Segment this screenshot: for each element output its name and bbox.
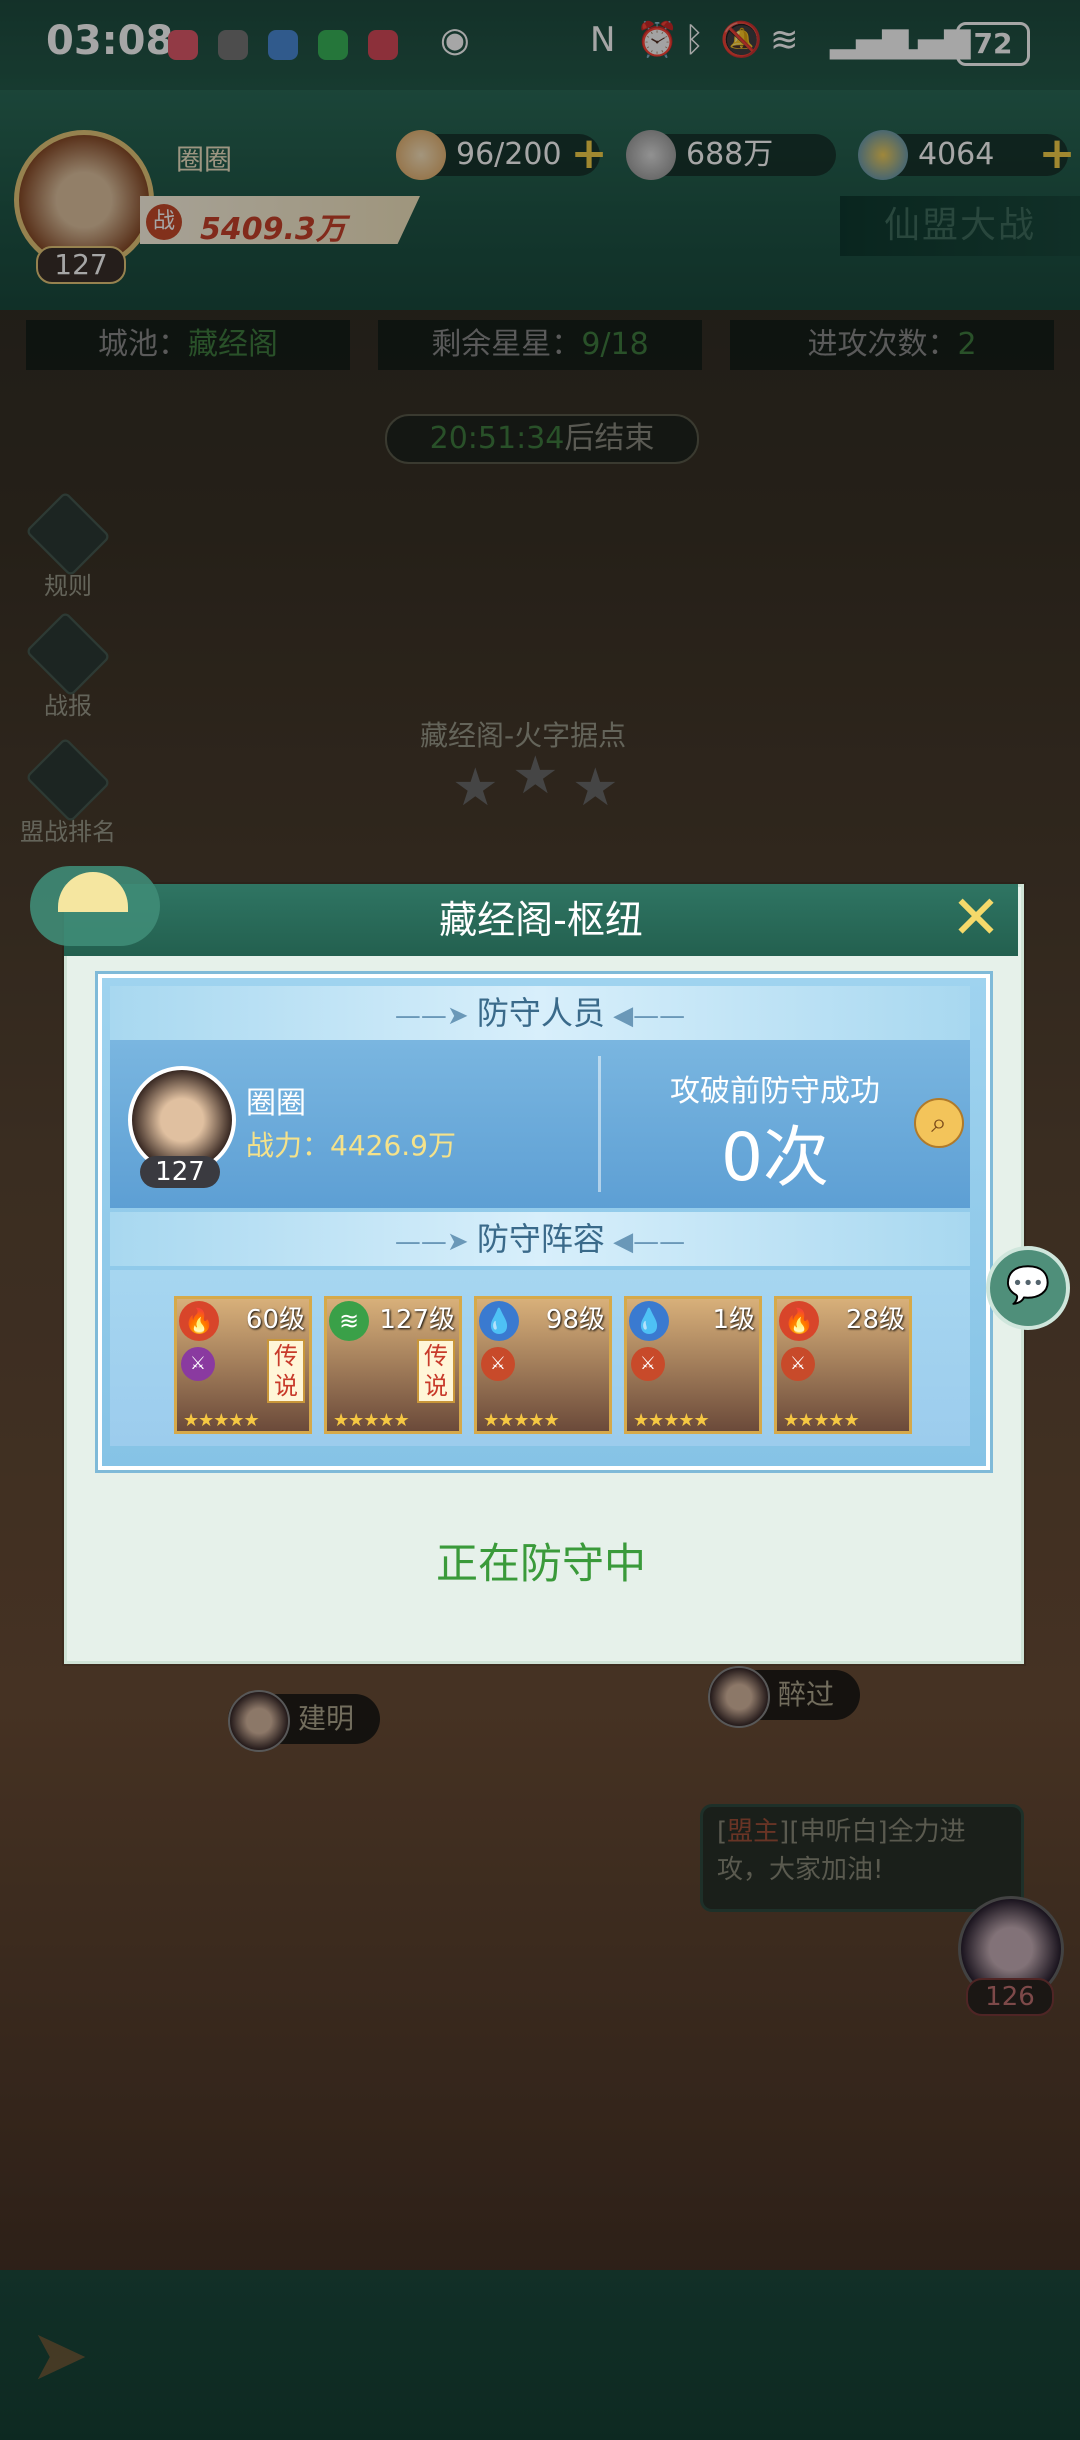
weapon-icon: ⚔ — [181, 1347, 215, 1381]
water-element-icon: 💧 — [629, 1301, 669, 1341]
arrow-left-icon: ◀—— — [604, 1227, 686, 1257]
close-button[interactable]: ✕ — [944, 886, 1008, 950]
legend-badge: 传说 — [267, 1339, 305, 1403]
arrow-right-icon: ——➤ — [394, 1227, 477, 1257]
defender-name: 圈圈 — [246, 1086, 306, 1121]
defender-power-value: 4426.9万 — [330, 1129, 456, 1162]
hero-stars: ★★★★★ — [183, 1410, 260, 1431]
hero-card[interactable]: ≋ 127级 传说 ★★★★★ — [324, 1296, 462, 1434]
hero-level: 127级 — [379, 1305, 455, 1335]
arrow-left-icon: ◀—— — [604, 1001, 686, 1031]
dialog-title: 藏经阁-枢纽 — [439, 898, 643, 942]
hero-level: 60级 — [245, 1305, 305, 1335]
hero-card[interactable]: 🔥 60级 ⚔ 传说 ★★★★★ — [174, 1296, 312, 1434]
hero-stars: ★★★★★ — [483, 1410, 560, 1431]
defender-power-label: 战力： — [246, 1129, 331, 1162]
lineup-section-title: 防守阵容 — [476, 1220, 605, 1258]
weapon-icon: ⚔ — [481, 1347, 515, 1381]
defender-level: 127 — [140, 1156, 220, 1188]
defenders-section-header: ——➤ 防守人员 ◀—— — [110, 986, 970, 1040]
hero-level: 98级 — [545, 1305, 605, 1335]
hero-level: 28级 — [845, 1305, 905, 1335]
weapon-icon: ⚔ — [631, 1347, 665, 1381]
chat-icon[interactable]: 💬 — [986, 1246, 1070, 1330]
hero-level: 1级 — [712, 1305, 755, 1335]
hero-stars: ★★★★★ — [783, 1410, 860, 1431]
defense-success-value: 0次 — [721, 1119, 829, 1196]
wind-element-icon: ≋ — [329, 1301, 369, 1341]
divider — [598, 1056, 601, 1192]
fire-element-icon: 🔥 — [179, 1301, 219, 1341]
legend-badge: 传说 — [417, 1339, 455, 1403]
hero-stars: ★★★★★ — [333, 1410, 410, 1431]
defense-status: 正在防守中 — [435, 1539, 646, 1588]
hero-stars: ★★★★★ — [633, 1410, 710, 1431]
hero-card[interactable]: 🔥 28级 ⚔ ★★★★★ — [774, 1296, 912, 1434]
defenders-section-title: 防守人员 — [476, 994, 605, 1032]
fire-element-icon: 🔥 — [779, 1301, 819, 1341]
defender-power: 战力：4426.9万 — [246, 1124, 456, 1164]
water-element-icon: 💧 — [479, 1301, 519, 1341]
weapon-icon: ⚔ — [781, 1347, 815, 1381]
search-icon[interactable]: ⌕ — [914, 1098, 964, 1148]
lineup-section-header: ——➤ 防守阵容 ◀—— — [110, 1212, 970, 1266]
arrow-right-icon: ——➤ — [394, 1001, 477, 1031]
hero-card[interactable]: 💧 1级 ⚔ ★★★★★ — [624, 1296, 762, 1434]
hero-card[interactable]: 💧 98级 ⚔ ★★★★★ — [474, 1296, 612, 1434]
